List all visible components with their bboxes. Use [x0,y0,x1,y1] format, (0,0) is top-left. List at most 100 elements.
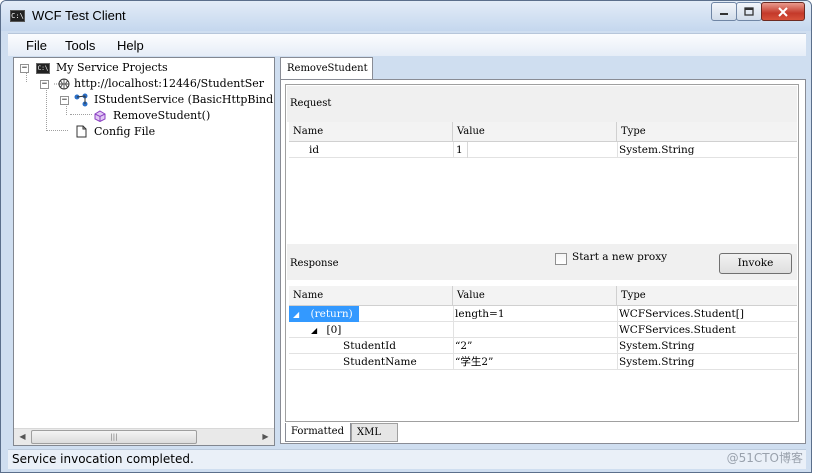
collapse-icon[interactable]: − [20,64,29,73]
col-name[interactable]: Name [289,286,453,306]
project-icon: C:\ [36,63,50,74]
tab-xml[interactable]: XML [351,423,398,442]
maximize-icon [744,7,754,16]
window-controls [711,2,805,22]
invoke-button[interactable]: Invoke [719,253,792,274]
tree-item-root-label: My Service Projects [56,61,168,74]
tree-line [46,130,68,131]
row-name: (return) [310,308,353,320]
menu-tools-label: Tools [65,38,96,53]
col-divider [617,306,618,321]
request-grid-header: Name Value Type [289,122,797,142]
app-icon: C:\ [10,10,25,22]
param-type: System.String [619,144,695,156]
col-type[interactable]: Type [617,286,797,306]
scroll-left-icon[interactable]: ◀ [14,429,31,445]
menu-help[interactable]: Help [117,38,144,53]
config-file-icon [76,125,87,143]
row-type: WCFServices.Student[] [619,308,744,320]
row-type: WCFServices.Student [619,324,736,336]
row-value: “2” [455,340,473,352]
close-icon [778,6,788,17]
row-name: [0] [326,324,342,336]
param-value-input[interactable]: 1 [456,142,468,158]
col-value[interactable]: Value [453,286,617,306]
table-row[interactable]: ◢ (return) length=1 WCFServices.Student[… [289,306,797,322]
tree-item-service-label: IStudentService (BasicHttpBind [94,93,274,106]
response-title: Response [290,258,339,269]
col-divider [617,338,618,353]
table-row[interactable]: StudentId “2” System.String [289,338,797,354]
service-tree-pane: − C:\ My Service Projects − http://local… [13,57,275,446]
row-value: length=1 [455,308,505,320]
tab-formatted-label: Formatted [291,426,344,437]
start-new-proxy-label[interactable]: Start a new proxy [572,251,667,263]
request-title: Request [290,98,332,109]
expand-icon[interactable]: ◢ [293,310,299,319]
response-grid-header: Name Value Type [289,286,797,306]
tab-xml-label: XML [357,427,381,438]
table-row[interactable]: StudentName “学生2” System.String [289,354,797,370]
param-name: id [309,144,320,156]
request-grid: Name Value Type id 1 System.String [289,122,797,158]
tree-horizontal-scrollbar[interactable]: ◀ ||| ▶ [14,428,274,445]
status-text: Service invocation completed. [12,452,194,466]
scroll-right-icon[interactable]: ▶ [257,429,274,445]
close-button[interactable] [761,2,805,21]
col-divider [453,142,454,157]
tree-item-operation-label: RemoveStudent() [113,109,211,122]
tab-removestudent[interactable]: RemoveStudent [280,57,373,80]
table-row[interactable]: ◢ [0] WCFServices.Student [289,322,797,338]
table-row[interactable]: id 1 System.String [289,142,797,158]
col-type[interactable]: Type [617,122,797,142]
endpoint-icon [54,78,70,95]
request-header: Request [287,86,797,122]
col-divider [453,322,454,337]
minimize-icon [720,12,728,15]
col-value[interactable]: Value [453,122,617,142]
title-bar: C:\ WCF Test Client [1,1,811,31]
collapse-icon[interactable]: − [60,96,69,105]
col-divider [453,338,454,353]
status-bar: Service invocation completed. [8,449,806,469]
tree-line [70,114,92,115]
tree-item-endpoint-label: http://localhost:12446/StudentSer [74,77,265,90]
menu-tools[interactable]: Tools [65,38,95,53]
service-contract-icon [73,93,89,112]
row-type: System.String [619,356,695,368]
menu-bar: File Tools Help [8,33,806,56]
row-type: System.String [619,340,695,352]
tree-line [26,72,27,82]
operation-panel: Request Name Value Type id 1 System.Stri… [280,79,806,444]
start-new-proxy-checkbox[interactable] [555,253,567,265]
watermark: @51CTO博客 [726,451,803,465]
row-name-selected[interactable]: ◢ (return) [289,306,359,322]
col-divider [453,306,454,321]
menu-file[interactable]: File [26,38,47,53]
menu-help-label: Help [117,38,144,53]
col-divider [617,354,618,369]
minimize-button[interactable] [711,2,737,21]
col-divider [453,354,454,369]
operation-content: Request Name Value Type id 1 System.Stri… [285,84,799,422]
row-name-cell[interactable]: ◢ [0] [311,322,341,338]
scroll-thumb[interactable]: ||| [31,430,197,444]
invoke-button-label: Invoke [737,257,774,269]
collapse-icon[interactable]: − [40,80,49,89]
maximize-button[interactable] [736,2,762,21]
operation-tabs: RemoveStudent [280,57,806,80]
menu-file-label: File [26,38,47,53]
tab-formatted[interactable]: Formatted [285,423,351,442]
response-grid: Name Value Type ◢ (return) length=1 WCFS… [289,286,797,376]
tree-item-config-label: Config File [94,125,156,138]
expand-icon[interactable]: ◢ [311,326,317,335]
row-name: StudentId [343,340,396,352]
row-name: StudentName [343,356,417,368]
start-new-proxy-text: Start a new proxy [572,251,668,263]
row-value: “学生2” [455,356,494,368]
col-divider [617,142,618,157]
tree-line [46,87,47,129]
col-name[interactable]: Name [289,122,453,142]
window-title: WCF Test Client [32,8,126,23]
col-divider [617,322,618,337]
